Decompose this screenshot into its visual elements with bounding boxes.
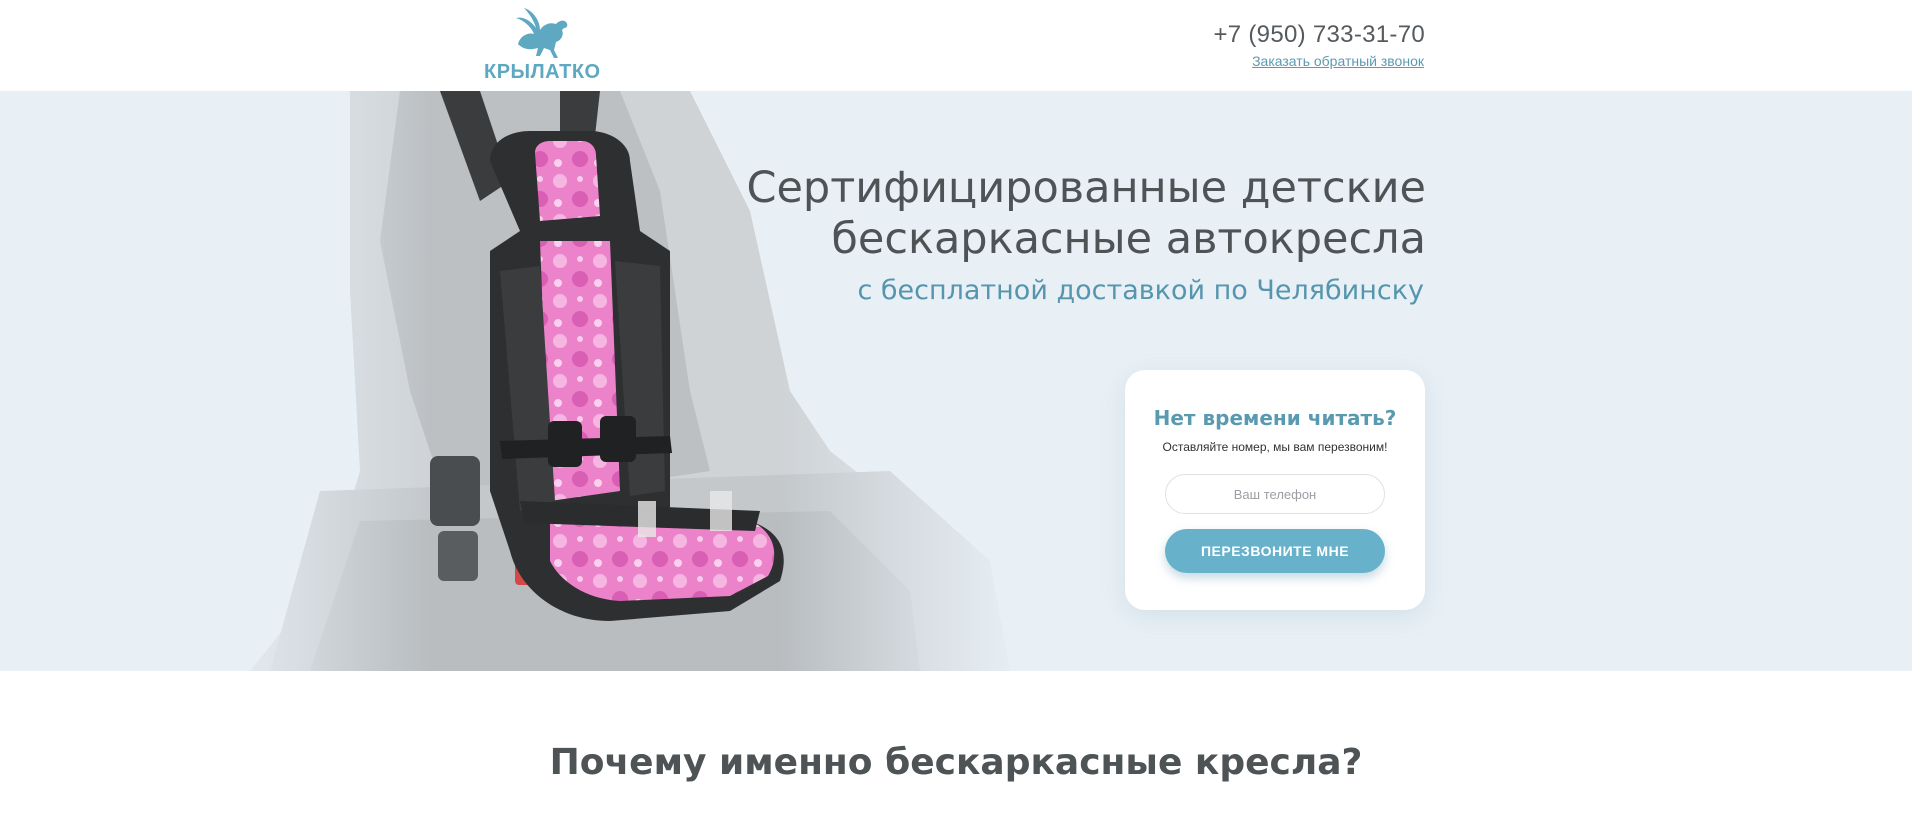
hero-section: Сертифицированные детские бескаркасные а…: [0, 91, 1912, 671]
why-section-title: Почему именно бескаркасные кресла?: [549, 742, 1363, 783]
header-phone[interactable]: +7 (950) 733-31-70: [1213, 21, 1425, 49]
winged-horse-icon: [516, 8, 568, 58]
phone-input[interactable]: [1165, 474, 1385, 514]
logo[interactable]: КРЫЛАТКО: [480, 6, 601, 83]
callback-form: Нет времени читать? Оставляйте номер, мы…: [1125, 370, 1425, 610]
form-title: Нет времени читать?: [1153, 406, 1397, 430]
callback-link[interactable]: Заказать обратный звонок: [1252, 53, 1424, 69]
hero-subtitle: с бесплатной доставкой по Челябинску: [857, 275, 1424, 306]
logo-text: КРЫЛАТКО: [484, 61, 601, 83]
site-header: КРЫЛАТКО +7 (950) 733-31-70 Заказать обр…: [0, 0, 1912, 91]
call-me-button[interactable]: ПЕРЕЗВОНИТЕ МНЕ: [1165, 529, 1385, 573]
form-description: Оставляйте номер, мы вам перезвоним!: [1162, 440, 1388, 454]
hero-title: Сертифицированные детские бескаркасные а…: [746, 163, 1426, 264]
